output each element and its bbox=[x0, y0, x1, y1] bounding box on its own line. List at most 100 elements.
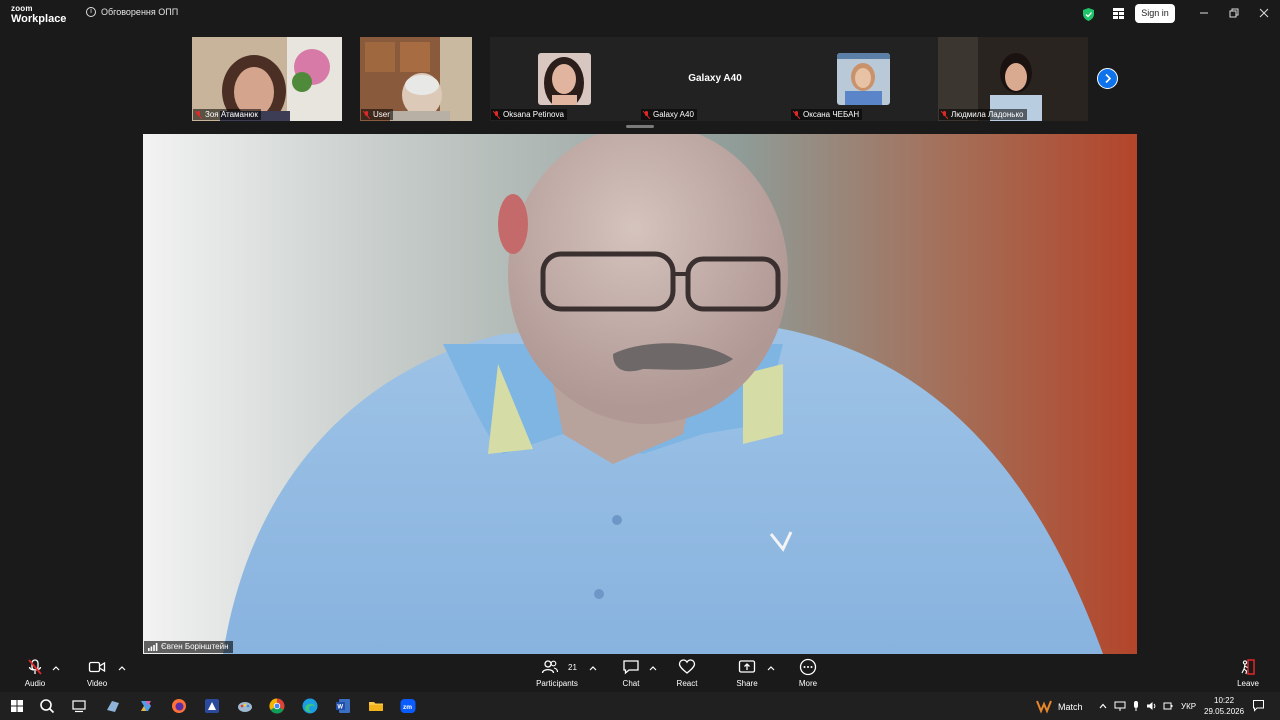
participant-tile[interactable]: User bbox=[360, 37, 472, 121]
participants-icon bbox=[541, 660, 559, 674]
next-page-button[interactable] bbox=[1097, 68, 1118, 89]
active-speaker-video[interactable]: Євген Борінштейн bbox=[143, 134, 1137, 654]
speaker-video-frame bbox=[143, 134, 1137, 654]
chevron-up-icon[interactable] bbox=[1098, 701, 1108, 711]
leave-button[interactable]: Leave bbox=[1234, 658, 1262, 688]
minimize-icon[interactable] bbox=[1197, 6, 1211, 20]
microphone-tray-icon[interactable] bbox=[1130, 700, 1142, 712]
participant-name-tag: User bbox=[361, 109, 393, 120]
participant-name-tag: Зоя Атаманюк bbox=[193, 109, 261, 120]
chevron-right-icon bbox=[1105, 73, 1112, 84]
weather-widget-label[interactable]: Match bbox=[1058, 702, 1083, 712]
chat-icon bbox=[623, 660, 639, 675]
muted-mic-icon bbox=[793, 110, 800, 119]
copilot-icon[interactable] bbox=[137, 697, 155, 715]
restore-icon[interactable] bbox=[1227, 6, 1241, 20]
leave-door-icon bbox=[1241, 659, 1255, 675]
zoom-app-icon[interactable]: zm bbox=[399, 697, 417, 715]
notifications-icon[interactable] bbox=[1252, 699, 1265, 712]
participant-name-tag: Людмила Ладонько bbox=[939, 109, 1027, 120]
react-button[interactable]: React bbox=[672, 658, 702, 688]
strip-resize-handle[interactable] bbox=[626, 125, 654, 128]
clock-time[interactable]: 10:22 bbox=[1214, 696, 1234, 705]
gallery-layout-icon[interactable] bbox=[1113, 8, 1124, 19]
more-label: More bbox=[798, 679, 818, 688]
more-button[interactable]: More bbox=[794, 658, 822, 688]
file-explorer-icon[interactable] bbox=[367, 697, 385, 715]
participant-name: Зоя Атаманюк bbox=[205, 110, 258, 119]
logo-line-2: Workplace bbox=[11, 13, 67, 25]
video-options-caret-icon[interactable] bbox=[118, 665, 126, 671]
participant-name: Galaxy A40 bbox=[653, 110, 694, 119]
participant-tile[interactable]: Galaxy A40 Galaxy A40 bbox=[640, 37, 790, 121]
muted-mic-icon bbox=[195, 110, 202, 119]
chrome-icon[interactable] bbox=[268, 697, 286, 715]
muted-mic-icon bbox=[28, 659, 42, 675]
participant-display-name: Galaxy A40 bbox=[688, 73, 742, 84]
windows-start-icon[interactable] bbox=[8, 697, 26, 715]
muted-mic-icon bbox=[941, 110, 948, 119]
audio-options-caret-icon[interactable] bbox=[52, 665, 60, 671]
close-icon[interactable] bbox=[1257, 6, 1271, 20]
participant-name-tag: Оксана ЧЕБАН bbox=[791, 109, 863, 120]
meeting-title: Обговорення ОПП bbox=[101, 7, 179, 17]
leave-label: Leave bbox=[1237, 679, 1259, 688]
participant-name: Oksana Petinova bbox=[503, 110, 564, 119]
video-camera-icon bbox=[88, 661, 106, 673]
meeting-info[interactable]: i Обговорення ОПП bbox=[86, 7, 178, 17]
info-icon: i bbox=[86, 7, 96, 17]
audio-button[interactable]: Audio bbox=[20, 658, 50, 688]
search-icon[interactable] bbox=[38, 697, 56, 715]
muted-mic-icon bbox=[493, 110, 500, 119]
video-button[interactable]: Video bbox=[82, 658, 112, 688]
share-button[interactable]: Share bbox=[733, 658, 761, 688]
network-icon[interactable] bbox=[1114, 700, 1126, 712]
participant-name: User bbox=[373, 110, 390, 119]
share-options-caret-icon[interactable] bbox=[767, 665, 775, 671]
react-label: React bbox=[676, 679, 698, 688]
shield-icon[interactable] bbox=[1083, 8, 1094, 21]
share-screen-icon bbox=[738, 660, 756, 673]
keyboard-language[interactable]: УКР bbox=[1181, 702, 1196, 711]
participants-label: Participants bbox=[536, 679, 578, 688]
edge-icon[interactable] bbox=[301, 697, 319, 715]
svg-text:zm: zm bbox=[403, 704, 412, 711]
volume-icon[interactable] bbox=[1146, 700, 1158, 712]
chat-options-caret-icon[interactable] bbox=[649, 665, 657, 671]
participant-tile[interactable]: Зоя Атаманюк bbox=[192, 37, 342, 121]
meeting-toolbar: Audio Video Participants 21 Chat React S… bbox=[0, 654, 1280, 692]
participant-tile[interactable]: Оксана ЧЕБАН bbox=[790, 37, 940, 121]
speaker-name: Євген Борінштейн bbox=[161, 642, 229, 651]
participant-tile[interactable]: Oksana Petinova bbox=[490, 37, 640, 121]
paint-app-icon[interactable] bbox=[236, 697, 254, 715]
widgets-app-icon[interactable] bbox=[104, 697, 122, 715]
firefox-icon[interactable] bbox=[170, 697, 188, 715]
participant-avatar bbox=[538, 53, 591, 105]
video-label: Video bbox=[86, 679, 108, 688]
zoom-logo: zoom Workplace bbox=[11, 4, 67, 25]
participants-count-badge: 21 bbox=[568, 663, 577, 672]
battery-icon[interactable] bbox=[1162, 700, 1174, 712]
title-bar: zoom Workplace i Обговорення ОПП Sign in bbox=[0, 0, 1280, 30]
svg-text:W: W bbox=[337, 705, 343, 711]
word-icon[interactable]: W bbox=[334, 697, 352, 715]
windows-taskbar: W zm Match УКР 10:22 29.05.2026 bbox=[0, 692, 1280, 720]
participant-tile[interactable]: Людмила Ладонько bbox=[938, 37, 1088, 121]
muted-mic-icon bbox=[643, 110, 650, 119]
participant-avatar bbox=[837, 53, 890, 105]
sports-widget-icon[interactable] bbox=[1035, 697, 1053, 715]
heart-icon bbox=[678, 659, 696, 674]
chat-button[interactable]: Chat bbox=[617, 658, 645, 688]
participant-name: Людмила Ладонько bbox=[951, 110, 1024, 119]
audio-label: Audio bbox=[24, 679, 46, 688]
chat-label: Chat bbox=[622, 679, 640, 688]
participants-options-caret-icon[interactable] bbox=[589, 665, 597, 671]
speaker-name-tag: Євген Борінштейн bbox=[144, 641, 233, 653]
task-view-icon[interactable] bbox=[70, 697, 88, 715]
clock-date[interactable]: 29.05.2026 bbox=[1204, 707, 1244, 716]
signal-strength-icon bbox=[148, 643, 158, 651]
media-app-icon[interactable] bbox=[203, 697, 221, 715]
muted-mic-icon bbox=[363, 110, 370, 119]
sign-in-button[interactable]: Sign in bbox=[1135, 4, 1175, 23]
participant-name-tag: Oksana Petinova bbox=[491, 109, 567, 120]
